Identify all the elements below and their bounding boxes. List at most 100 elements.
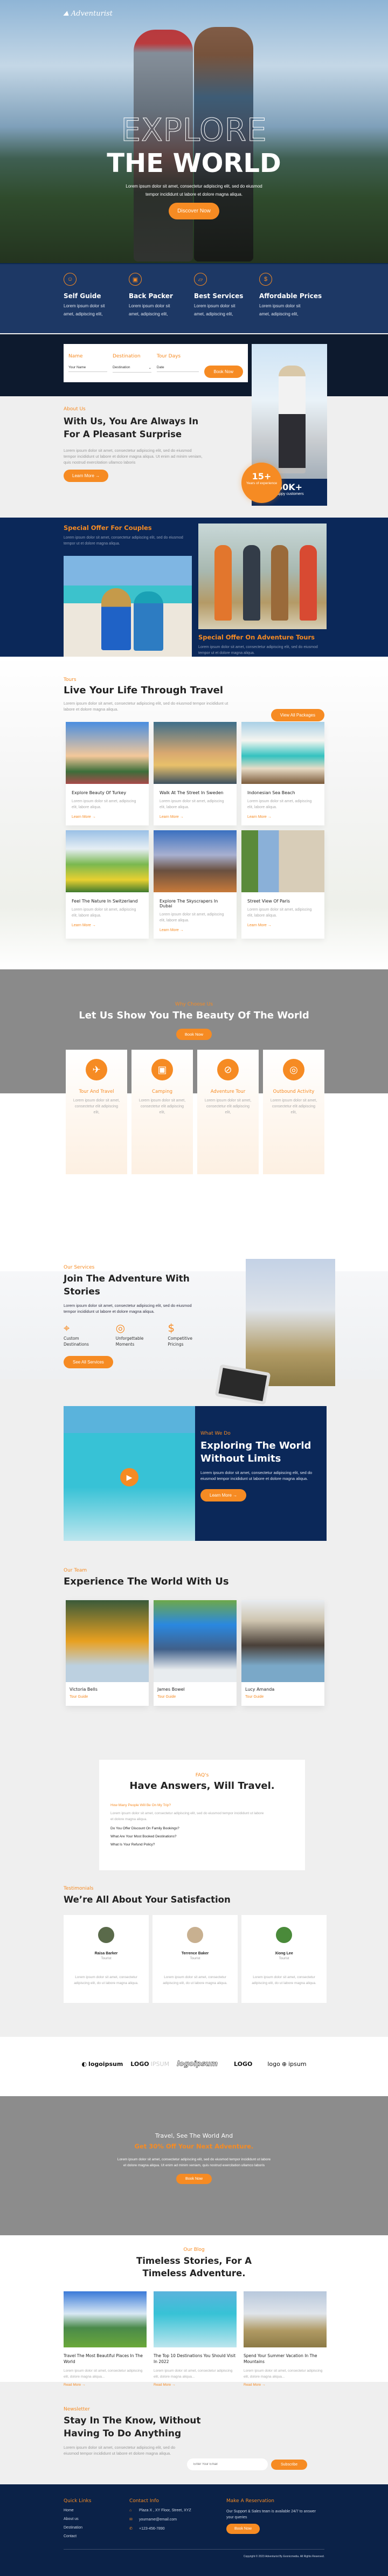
camera-icon: ◎ bbox=[115, 1321, 126, 1334]
brand-logo[interactable]: ⛰ Adventurist bbox=[63, 10, 113, 18]
blog-kicker: Our Blog bbox=[183, 2247, 205, 2253]
tour-card[interactable]: Street View Of Paris Lorem ipsum dolor si… bbox=[241, 830, 324, 939]
footer-book-now-button[interactable]: Book Now bbox=[226, 2524, 260, 2534]
team-title: Experience The World With Us bbox=[64, 1576, 229, 1587]
tours-title: Live Your Life Through Travel bbox=[64, 685, 224, 696]
video-thumbnail[interactable]: ▶ bbox=[64, 1406, 195, 1541]
email-link[interactable]: yourname@email.com bbox=[139, 2518, 177, 2522]
airplane-icon: ✈ bbox=[86, 1059, 107, 1080]
reservation-title: Make A Reservation bbox=[226, 2498, 274, 2504]
tour-card[interactable]: Indonesian Sea Beach Lorem ipsum dolor si… bbox=[241, 722, 324, 825]
service-custom-destinations: ⌖ Custom Destinations bbox=[64, 1321, 100, 1347]
promo-book-now-button[interactable]: Book Now bbox=[176, 2174, 212, 2184]
phone-link[interactable]: +123-456-7890 bbox=[139, 2527, 165, 2531]
quick-links-title: Quick Links bbox=[64, 2498, 92, 2504]
learn-more-link[interactable]: Learn More → bbox=[66, 919, 149, 934]
dollar-wallet-icon: $ bbox=[168, 1321, 175, 1334]
contact-info-title: Contact Info bbox=[129, 2498, 159, 2504]
why-kicker: Why Choose Us bbox=[175, 1002, 213, 1007]
tour-card[interactable]: Walk At The Street In Sweden Lorem ipsum … bbox=[154, 722, 237, 825]
learn-more-link[interactable]: Learn More → bbox=[241, 810, 324, 825]
tour-card[interactable]: Explore Beauty Of Turkey Lorem ipsum dolo… bbox=[66, 722, 149, 825]
adventure-hikers-image[interactable] bbox=[198, 524, 327, 629]
blog-post-card[interactable]: Travel The Most Beautiful Places In The … bbox=[64, 2291, 147, 2387]
hero-title-outline: EXPLORE bbox=[121, 112, 267, 148]
team-member-card[interactable]: James Bowel Tour Guide bbox=[154, 1600, 237, 1706]
faq-question[interactable]: What Is Your Refund Policy? bbox=[110, 1843, 305, 1847]
wwd-learn-more-button[interactable]: Learn More → bbox=[200, 1489, 247, 1501]
partner-logo: logo ⊕ ipsum bbox=[267, 2060, 307, 2068]
name-input[interactable]: Your Name bbox=[68, 359, 107, 372]
globe-icon: ⊕ bbox=[281, 2060, 287, 2068]
learn-more-link[interactable]: Learn More → bbox=[66, 810, 149, 825]
tour-card[interactable]: Feel The Nature In Switzerland Lorem ipsu… bbox=[66, 830, 149, 939]
partner-logo: ◐ logoipsum bbox=[81, 2060, 123, 2068]
footer-link-about[interactable]: About us bbox=[64, 2517, 129, 2521]
booking-about-section: Name Your Name Destination Destination ⌄ … bbox=[0, 334, 388, 506]
adventure-offer-title: Special Offer On Adventure Tours bbox=[198, 633, 315, 641]
feature-self-guide: ☺ Self Guide Lorem ipsum dolor sit amet, … bbox=[64, 273, 129, 318]
subscribe-button[interactable]: Subscribe bbox=[271, 2459, 308, 2470]
service-competitive-pricings: $ Competitive Pricings bbox=[168, 1321, 204, 1347]
faq-question[interactable]: What Are Your Most Booked Destinations? bbox=[110, 1835, 305, 1838]
team-section: Our Team Experience The World With Us Vi… bbox=[0, 1541, 388, 1735]
promo-desc: Lorem ipsum dolor sit amet, consectetur … bbox=[117, 2158, 271, 2167]
book-now-button[interactable]: Book Now bbox=[204, 366, 243, 378]
faq-section: FAQ's Have Answers, Will Travel. How Man… bbox=[0, 1735, 388, 1875]
see-all-services-button[interactable]: See All Services bbox=[64, 1356, 113, 1368]
faq-question[interactable]: Do You Offer Discount On Family Bookings… bbox=[110, 1827, 305, 1830]
partner-logo: LOGO bbox=[234, 2060, 253, 2068]
why-card: ⊘ Adventure Tour Lorem ipsum dolor sit ame… bbox=[197, 1050, 259, 1174]
newsletter-kicker: Newsletter bbox=[64, 2407, 90, 2412]
feature-best-services: ▱ Best Services Lorem ipsum dolor sit ame… bbox=[194, 273, 259, 318]
blog-post-card[interactable]: The Top 10 Destinations You Should Visit… bbox=[154, 2291, 237, 2387]
testimonial-card: Raisa Barker Tourist Lorem ipsum dolor sit… bbox=[64, 1915, 149, 2003]
play-icon[interactable]: ▶ bbox=[120, 1468, 138, 1486]
map-pin-icon: ⌖ bbox=[64, 1321, 70, 1334]
learn-more-link[interactable]: Learn More → bbox=[241, 919, 324, 934]
faq-title: Have Answers, Will Travel. bbox=[129, 1780, 275, 1792]
learn-more-link[interactable]: Learn More → bbox=[154, 924, 237, 939]
team-member-card[interactable]: Lucy Amanda Tour Guide bbox=[241, 1600, 324, 1706]
about-body: Lorem ipsum dolor sit amet, consectetur … bbox=[64, 448, 203, 465]
couples-offer-title: Special Offer For Couples bbox=[64, 524, 152, 532]
tours-desc: Lorem ipsum dolor sit amet, consectetur … bbox=[64, 701, 228, 712]
why-card: ✈ Tour And Travel Lorem ipsum dolor sit am… bbox=[66, 1050, 127, 1174]
footer-divider bbox=[64, 2549, 324, 2550]
hero-title: THE WORLD bbox=[107, 148, 281, 178]
date-input[interactable]: Date bbox=[156, 359, 199, 372]
testimonials-title: We’re All About Your Satisfaction bbox=[64, 1895, 231, 1905]
avatar bbox=[98, 1927, 114, 1943]
tour-card[interactable]: Explore The Skyscrapers In Dubai Lorem ip… bbox=[154, 830, 237, 939]
footer-link-contact[interactable]: Contact bbox=[64, 2534, 129, 2538]
hero-section: ⛰ Adventurist EXPLORE THE WORLD Lorem ip… bbox=[0, 0, 388, 333]
discover-now-button[interactable]: Discover Now bbox=[169, 203, 219, 219]
blog-post-card[interactable]: Spend Your Summer Vacation In The Mounta… bbox=[244, 2291, 327, 2387]
map-person-icon: ☺ bbox=[64, 273, 77, 286]
avatar bbox=[276, 1927, 292, 1943]
team-kicker: Our Team bbox=[64, 1568, 87, 1573]
couples-beach-image[interactable] bbox=[64, 556, 192, 662]
newsletter-title: Stay In The Know, Without Having To Do A… bbox=[64, 2415, 201, 2439]
services-kicker: Our Services bbox=[64, 1265, 95, 1270]
learn-more-button[interactable]: Learn More → bbox=[64, 470, 109, 482]
testimonials-kicker: Testimonials bbox=[64, 1886, 94, 1891]
footer-link-home[interactable]: Home bbox=[64, 2509, 129, 2512]
wwd-desc: Lorem ipsum dolor sit amet, consectetur … bbox=[200, 1470, 313, 1481]
email-input[interactable] bbox=[187, 2458, 268, 2470]
partner-logo: logoipsum bbox=[177, 2060, 218, 2068]
wallet-icon: $ bbox=[259, 273, 272, 286]
testimonial-card: Terrence Baker Tourist Lorem ipsum dolor s… bbox=[153, 1915, 238, 2003]
view-all-packages-button[interactable]: View All Packages bbox=[271, 709, 324, 721]
destination-select[interactable]: Destination ⌄ bbox=[112, 359, 151, 373]
faq-question-open[interactable]: How Many People Will Be On My Trip? bbox=[110, 1803, 305, 1807]
destination-label: Destination bbox=[112, 354, 141, 359]
avatar bbox=[187, 1927, 203, 1943]
footer-link-destination[interactable]: Destination bbox=[64, 2526, 129, 2530]
tours-section: Tours Live Your Life Through Travel Lore… bbox=[0, 657, 388, 969]
why-book-now-button[interactable]: Book Now bbox=[176, 1029, 212, 1040]
envelope-icon: ✉ bbox=[129, 2518, 133, 2522]
team-member-card[interactable]: Victoria Bells Tour Guide bbox=[66, 1600, 149, 1706]
learn-more-link[interactable]: Learn More → bbox=[154, 810, 237, 825]
address: Plaza X , XY Floor, Street, XYZ bbox=[139, 2509, 191, 2512]
